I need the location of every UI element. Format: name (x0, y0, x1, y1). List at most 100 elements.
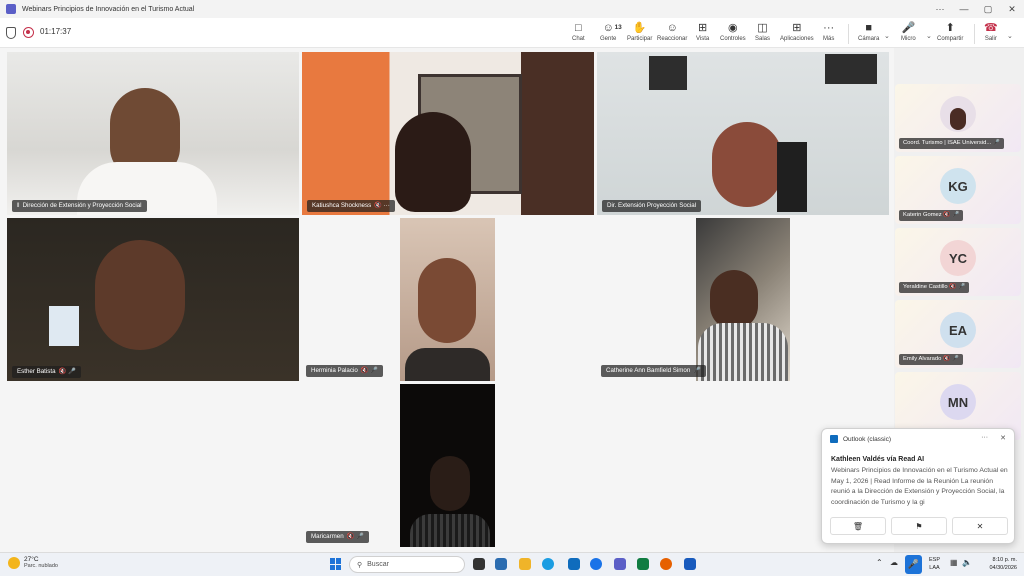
participant-video (95, 240, 185, 350)
participant-video (698, 323, 788, 381)
leave-options-chevron-icon[interactable]: ⌄ (1007, 32, 1013, 40)
raise-hand-button[interactable]: ✋ Participar (627, 21, 652, 47)
edge-icon[interactable] (542, 558, 554, 570)
search-icon: ⚲ (357, 561, 363, 569)
rooms-button[interactable]: ◫ Salas (755, 21, 770, 47)
video-tile[interactable]: Katiushca Shockness 🔇 ··· (302, 52, 594, 215)
toast-close-icon[interactable]: ✕ (1000, 434, 1006, 442)
network-icon[interactable]: ▦ (950, 558, 958, 567)
microphone-icon: 🎤 (901, 22, 916, 34)
file-explorer-icon[interactable] (519, 558, 531, 570)
cloud-icon[interactable]: ☁ (890, 558, 898, 567)
participant-video (410, 514, 490, 547)
video-tile[interactable]: Dir. Extensión Proyección Social (597, 52, 889, 215)
toast-header: Outlook (classic) (830, 435, 891, 443)
participant-name-chip: Esther Batista 🔇 🎤 (12, 366, 81, 378)
react-button[interactable]: ☺ Reaccionar (657, 21, 687, 47)
divider (974, 24, 975, 44)
view-button[interactable]: ⊞ Vista (696, 21, 709, 47)
volume-icon[interactable]: 🔈 (962, 558, 972, 567)
participant-name-chip: Dir. Extensión Proyección Social (602, 200, 702, 212)
teams-app-icon[interactable] (495, 558, 507, 570)
participant-name-chip: Katiushca Shockness 🔇 ··· (307, 200, 395, 212)
outlook-icon (830, 435, 838, 443)
participant-video (710, 270, 758, 330)
chrome-icon[interactable] (590, 558, 602, 570)
delete-icon[interactable]: 🗑 (830, 517, 886, 535)
teams-meeting-icon[interactable] (614, 558, 626, 570)
people-button[interactable]: ☺ 13 Gente (600, 21, 622, 47)
hand-icon: ✋ (632, 22, 647, 34)
share-button[interactable]: ⬆ Compartir (937, 21, 963, 47)
weather-icon (8, 556, 20, 569)
controls-icon: ◉ (728, 22, 738, 34)
excel-icon[interactable] (637, 558, 649, 570)
weather-widget[interactable]: 27°C Parc. nublado (8, 556, 58, 569)
avatar: MN (940, 384, 976, 420)
toast-sender: Kathleen Valdés vía Read AI (831, 456, 925, 463)
emoji-icon: ☺ (666, 22, 678, 34)
people-icon: ☺ 13 (602, 22, 622, 34)
participant-video (418, 258, 476, 343)
video-tile[interactable]: Esther Batista 🔇 🎤 (7, 218, 299, 381)
task-view-icon[interactable] (473, 558, 485, 570)
participant-name-chip: Herminia Palacio 🔇 🎤 (306, 365, 383, 377)
tray-chevron-icon[interactable]: ⌃ (876, 558, 883, 567)
grid-icon: ⊞ (698, 22, 708, 34)
notification-toast[interactable]: Outlook (classic) ··· ✕ Kathleen Valdés … (821, 428, 1015, 544)
sidebar-participant[interactable]: EA Emily Alvarado 🔇 🎤 (895, 300, 1021, 368)
participant-name-chip: Emily Alvarado 🔇 🎤 (899, 354, 964, 365)
participant-video (395, 112, 471, 212)
toast-more-icon[interactable]: ··· (981, 434, 988, 442)
sidebar-participant[interactable]: KG Katerin Gomez 🔇 🎤 (895, 156, 1021, 224)
participant-video (405, 348, 490, 381)
participant-video (712, 122, 782, 207)
chat-icon: □ (575, 22, 582, 34)
sidebar-participant[interactable]: YC Yeraldine Castillo 🔇 🎤 (895, 228, 1021, 296)
apps-button[interactable]: ⊞ Aplicaciones (780, 21, 814, 47)
outlook-app-icon[interactable] (568, 558, 580, 570)
language-indicator[interactable]: ESP LAA (929, 556, 940, 572)
participant-name-chip: Catherine Ann Bamfield Simon 🎤 (601, 365, 706, 377)
flag-icon[interactable]: ⚑ (891, 517, 947, 535)
camera-button[interactable]: ■ Cámara (858, 21, 879, 47)
camera-options-chevron-icon[interactable]: ⌄ (884, 32, 890, 40)
close-button[interactable]: ✕ (1000, 0, 1024, 18)
video-tile[interactable] (696, 218, 790, 381)
more-button[interactable]: ··· Más (823, 21, 834, 47)
mic-options-chevron-icon[interactable]: ⌄ (926, 32, 932, 40)
firefox-icon[interactable] (660, 558, 672, 570)
window-light (49, 306, 79, 346)
sidebar-participant[interactable]: Coord. Turismo | ISAE Universid... 🎤 (895, 84, 1021, 152)
dismiss-icon[interactable]: ✕ (952, 517, 1008, 535)
camera-icon: ■ (865, 22, 872, 34)
video-tile[interactable] (400, 384, 495, 547)
chat-button[interactable]: □ Chat (572, 21, 585, 47)
video-tile[interactable]: ‖ Dirección de Extensión y Proyección So… (7, 52, 299, 215)
wall-frame (825, 54, 877, 84)
video-tile[interactable] (400, 218, 495, 381)
participant-name-chip: ‖ Dirección de Extensión y Proyección So… (12, 200, 147, 212)
controls-button[interactable]: ◉ Controles (720, 21, 746, 47)
clock[interactable]: 8:10 p. m. 04/30/2026 (981, 556, 1017, 572)
maximize-button[interactable]: ▢ (976, 0, 1000, 18)
participant-name-chip: Coord. Turismo | ISAE Universid... 🎤 (899, 138, 1005, 149)
microphone-tray-icon[interactable]: 🎤 (905, 555, 922, 574)
minimize-button[interactable]: — (952, 0, 976, 18)
avatar: EA (940, 312, 976, 348)
avatar: KG (940, 168, 976, 204)
chair (777, 142, 807, 212)
taskbar-search[interactable]: ⚲ Buscar (349, 556, 465, 573)
teams-icon (6, 4, 16, 14)
windows-start-icon[interactable] (330, 558, 342, 570)
window-title: Webinars Principios de Innovación en el … (22, 5, 195, 13)
leave-button[interactable]: ☎ Salir (984, 21, 998, 47)
word-icon[interactable] (684, 558, 696, 570)
mic-button[interactable]: 🎤 Micro (901, 21, 916, 47)
more-options-icon[interactable]: ··· (928, 0, 952, 18)
title-bar: Webinars Principios de Innovación en el … (0, 0, 1024, 18)
meeting-timer: 01:17:37 (40, 27, 72, 36)
rooms-icon: ◫ (757, 22, 768, 34)
toast-body: Webinars Principios de Innovación en el … (831, 467, 1008, 506)
add-apps-icon: ⊞ (792, 22, 802, 34)
